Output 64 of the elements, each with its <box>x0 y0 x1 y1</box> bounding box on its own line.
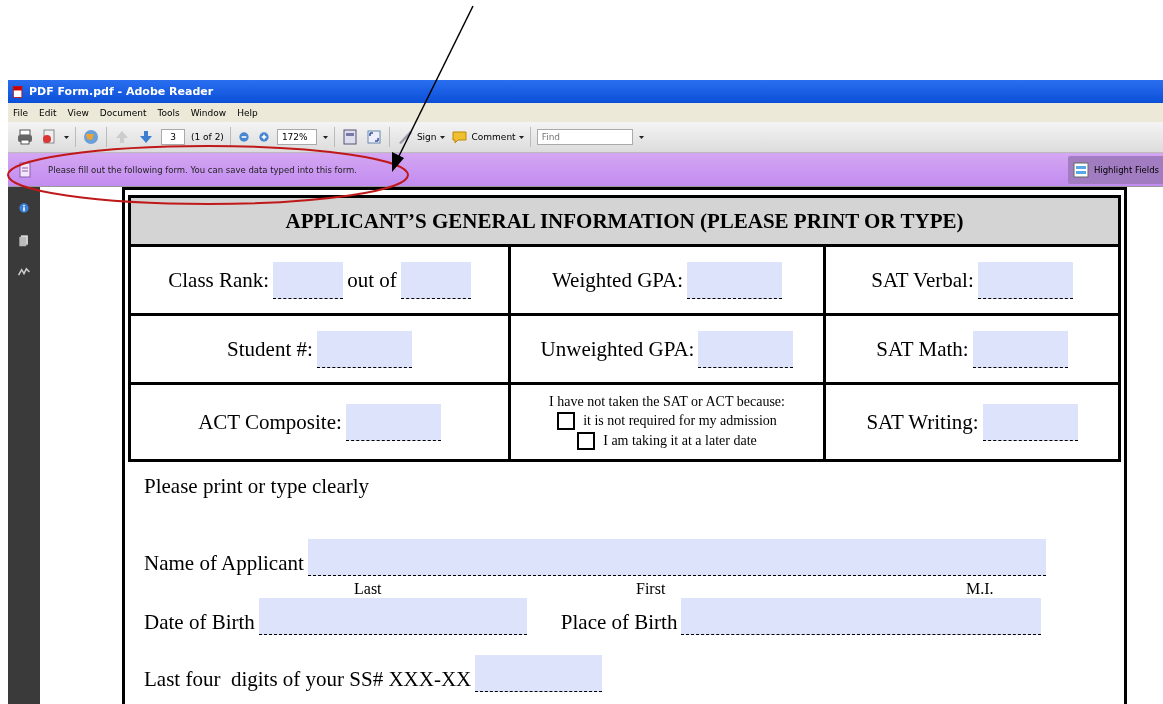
zoom-field[interactable]: 172% <box>276 129 317 145</box>
instructions-text: Please print or type clearly <box>144 474 371 499</box>
highlight-fields-button[interactable]: Highlight Fields <box>1067 155 1163 184</box>
field-label: Unweighted GPA: <box>540 336 695 362</box>
field-label: Last four digits of your SS# XXX-XX <box>144 667 472 692</box>
checkbox[interactable] <box>577 432 596 450</box>
caret-icon[interactable] <box>638 135 644 139</box>
sign-button[interactable]: Sign <box>395 128 445 146</box>
menu-item[interactable]: Window <box>189 107 228 118</box>
field-label: Name of Applicant <box>144 551 304 576</box>
input-field[interactable] <box>687 261 783 299</box>
field-sublabel: First <box>636 580 667 598</box>
find-field[interactable]: Find <box>536 129 633 145</box>
input-field[interactable] <box>681 598 1042 635</box>
comment-button[interactable]: Comment <box>450 128 524 146</box>
input-field[interactable] <box>400 261 471 299</box>
form-icon <box>16 160 34 179</box>
input-field[interactable] <box>977 261 1073 299</box>
menu-item[interactable]: View <box>66 107 90 118</box>
field-label: ACT Composite: <box>198 409 342 435</box>
field-label: SAT Writing: <box>866 409 979 435</box>
checkbox[interactable] <box>557 412 576 430</box>
field-label: Class Rank: <box>168 267 270 293</box>
input-field[interactable] <box>698 330 794 368</box>
caret-icon[interactable] <box>322 135 328 139</box>
input-field[interactable] <box>982 403 1078 441</box>
page-count: (1 of 2) <box>191 132 224 142</box>
menu-item[interactable]: Help <box>236 107 259 118</box>
input-field[interactable] <box>307 539 1046 576</box>
message-text: Please fill out the following form. You can save data typed into this form. <box>48 164 358 175</box>
caret-icon <box>518 135 524 139</box>
fields-icon <box>1071 160 1090 179</box>
field-label: SAT Math: <box>876 336 969 362</box>
document-icon[interactable] <box>40 128 58 146</box>
menu-item[interactable]: Tools <box>156 107 181 118</box>
full-screen-icon[interactable] <box>364 128 383 146</box>
field-label: out of <box>347 267 397 293</box>
menu-item[interactable]: Document <box>98 107 148 118</box>
menu-item[interactable]: Edit <box>38 107 58 118</box>
printer-icon[interactable] <box>16 128 34 146</box>
menu-item[interactable]: File <box>12 107 30 118</box>
field-sublabel: Last <box>354 580 383 598</box>
field-label: Date of Birth <box>144 610 255 635</box>
checkbox-label: it is not required for my admission <box>583 413 777 429</box>
input-field[interactable] <box>972 330 1068 368</box>
input-field[interactable] <box>273 261 344 299</box>
field-label: Weighted GPA: <box>551 267 684 293</box>
section-header: APPLICANT’S GENERAL INFORMATION (PLEASE PRINT OR TYPE) <box>128 195 1121 247</box>
input-field[interactable] <box>475 655 603 692</box>
input-field[interactable] <box>316 330 412 368</box>
caret-icon[interactable] <box>64 135 69 139</box>
field-label: SAT Verbal: <box>871 267 974 293</box>
field-label: Place of Birth <box>560 610 678 635</box>
page-number-field[interactable]: 3 <box>161 129 185 145</box>
input-field[interactable] <box>258 598 527 635</box>
speech-bubble-icon <box>450 128 469 146</box>
field-sublabel: M.I. <box>966 580 994 598</box>
field-label: Student #: <box>227 336 313 362</box>
fit-page-icon[interactable] <box>340 128 359 146</box>
checkbox-label: I am taking it at a later date <box>603 433 757 449</box>
window-title: PDF Form.pdf - Adobe Reader <box>29 85 214 98</box>
note-text: I have not taken the SAT or ACT because: <box>549 394 785 410</box>
caret-icon <box>439 135 445 139</box>
input-field[interactable] <box>345 403 441 441</box>
